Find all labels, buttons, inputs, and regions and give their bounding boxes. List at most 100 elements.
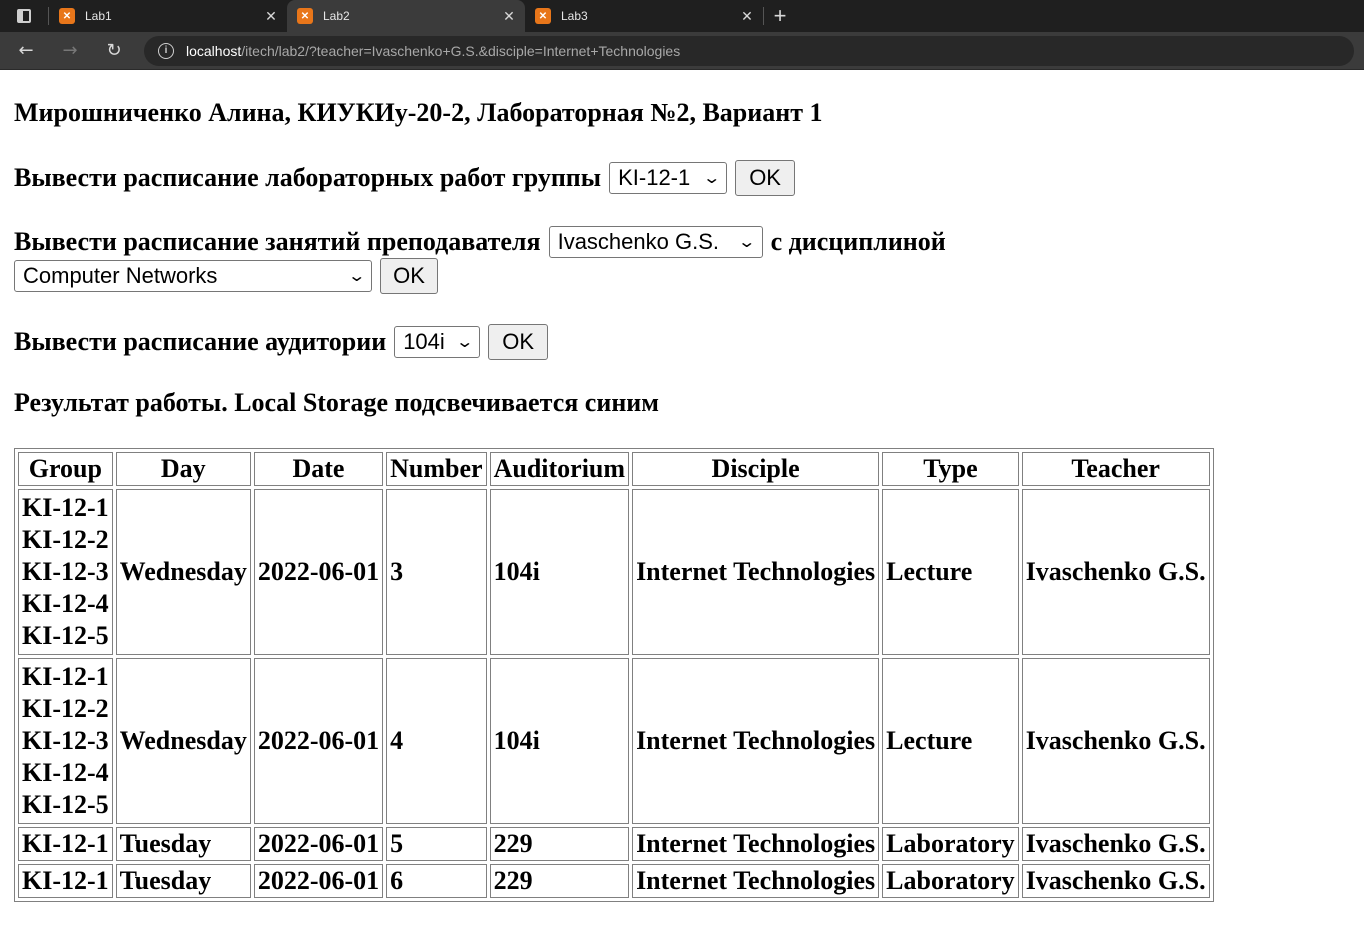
schedule-table: Group Day Date Number Auditorium Discipl… [14, 448, 1214, 902]
group-name: KI-12-3 [22, 557, 109, 586]
tab-lab3[interactable]: ✕ Lab3 ✕ [525, 0, 763, 32]
group-form: Вывести расписание лабораторных работ гр… [14, 160, 796, 196]
close-tab-icon[interactable]: ✕ [499, 6, 519, 26]
forward-arrow-icon[interactable]: → [52, 36, 88, 66]
page-title: Мирошниченко Алина, КИУКИу-20-2, Лаборат… [14, 98, 823, 127]
chevron-down-icon: ⌄ [737, 234, 757, 251]
disciple-label: с дисциплиной [770, 227, 946, 256]
chevron-down-icon: ⌄ [702, 170, 721, 187]
type-cell: Lecture [882, 658, 1019, 824]
group-name: KI-12-4 [22, 589, 109, 618]
teacher-form: Вывести расписание занятий преподавателя… [14, 226, 946, 258]
group-ok-button[interactable]: OK [735, 160, 796, 196]
group-form-label: Вывести расписание лабораторных работ гр… [14, 163, 602, 192]
xampp-favicon-icon: ✕ [59, 8, 75, 24]
group-select[interactable]: KI-12-1 ⌄ [609, 162, 728, 194]
number-cell: 5 [386, 827, 487, 861]
close-tab-icon[interactable]: ✕ [737, 6, 757, 26]
table-row: KI-12-1 Tuesday 2022-06-01 6 229 Interne… [18, 864, 1210, 898]
date-cell: 2022-06-01 [253, 827, 384, 861]
day-cell: Tuesday [115, 827, 251, 861]
group-cell: KI-12-1 KI-12-2 KI-12-3 KI-12-4 KI-12-5 [18, 658, 113, 824]
xampp-favicon-icon: ✕ [297, 8, 313, 24]
day-cell: Wednesday [115, 658, 251, 824]
auditorium-select-value: 104i [403, 329, 445, 354]
tab-lab2[interactable]: ✕ Lab2 ✕ [287, 0, 525, 32]
group-name: KI-12-1 [22, 493, 109, 522]
table-row: KI-12-1 Tuesday 2022-06-01 5 229 Interne… [18, 827, 1210, 861]
column-header: Auditorium [489, 452, 630, 486]
type-cell: Laboratory [882, 827, 1019, 861]
date-cell: 2022-06-01 [253, 864, 384, 898]
auditorium-cell: 229 [489, 827, 630, 861]
teacher-cell: Ivaschenko G.S. [1021, 864, 1210, 898]
teacher-cell: Ivaschenko G.S. [1021, 489, 1210, 655]
teacher-ok-button[interactable]: OK [380, 258, 438, 294]
auditorium-form-label: Вывести расписание аудитории [14, 327, 387, 356]
group-name: KI-12-2 [22, 525, 109, 554]
chevron-down-icon: ⌄ [455, 334, 474, 351]
group-name: KI-12-3 [22, 726, 109, 755]
disciple-cell: Internet Technologies [632, 658, 880, 824]
address-bar[interactable]: i localhost/itech/lab2/?teacher=Ivaschen… [144, 35, 1354, 66]
teacher-cell: Ivaschenko G.S. [1021, 827, 1210, 861]
tab-lab1[interactable]: ✕ Lab1 ✕ [49, 0, 287, 32]
table-row: KI-12-1 KI-12-2 KI-12-3 KI-12-4 KI-12-5 … [18, 489, 1210, 655]
group-cell: KI-12-1 [18, 864, 113, 898]
back-arrow-icon[interactable]: ← [8, 36, 44, 66]
tab-title: Lab2 [323, 9, 350, 23]
type-cell: Laboratory [882, 864, 1019, 898]
date-cell: 2022-06-01 [253, 658, 384, 824]
auditorium-cell: 229 [489, 864, 630, 898]
type-cell: Lecture [882, 489, 1019, 655]
new-tab-icon[interactable]: + [764, 0, 796, 32]
number-cell: 3 [386, 489, 487, 655]
tab-title: Lab3 [561, 9, 588, 23]
auditorium-ok-button[interactable]: OK [488, 324, 549, 360]
group-name: KI-12-4 [22, 758, 109, 787]
group-name: KI-12-1 [22, 662, 109, 691]
number-cell: 6 [386, 864, 487, 898]
group-select-value: KI-12-1 [618, 165, 691, 190]
disciple-cell: Internet Technologies [632, 864, 880, 898]
auditorium-select[interactable]: 104i ⌄ [394, 326, 481, 358]
day-cell: Wednesday [115, 489, 251, 655]
result-heading: Результат работы. Local Storage подсвечи… [14, 388, 659, 417]
url-host: localhost [186, 42, 242, 59]
disciple-cell: Internet Technologies [632, 489, 880, 655]
browser-tab-bar: ✕ Lab1 ✕ ✕ Lab2 ✕ ✕ Lab3 ✕ + [0, 0, 1364, 32]
teacher-form-second-line: Computer Networks ⌄ OK [14, 258, 438, 294]
teacher-select[interactable]: Ivaschenko G.S. ⌄ [548, 226, 763, 258]
site-info-icon[interactable]: i [158, 42, 174, 59]
column-header: Group [18, 452, 113, 486]
tab-search-icon [17, 9, 31, 23]
number-cell: 4 [386, 658, 487, 824]
column-header: Disciple [632, 452, 880, 486]
day-cell: Tuesday [115, 864, 251, 898]
xampp-favicon-icon: ✕ [535, 8, 551, 24]
teacher-cell: Ivaschenko G.S. [1021, 658, 1210, 824]
close-tab-icon[interactable]: ✕ [261, 6, 281, 26]
url-path: /itech/lab2/?teacher=Ivaschenko+G.S.&dis… [241, 42, 681, 59]
column-header: Day [115, 452, 251, 486]
table-row: KI-12-1 KI-12-2 KI-12-3 KI-12-4 KI-12-5 … [18, 658, 1210, 824]
disciple-select[interactable]: Computer Networks ⌄ [14, 260, 372, 292]
teacher-select-value: Ivaschenko G.S. [557, 229, 719, 254]
browser-toolbar: ← → ↻ i localhost/itech/lab2/?teacher=Iv… [0, 32, 1364, 70]
reload-icon[interactable]: ↻ [96, 36, 132, 66]
group-name: KI-12-5 [22, 621, 109, 650]
table-header-row: Group Day Date Number Auditorium Discipl… [18, 452, 1210, 486]
date-cell: 2022-06-01 [253, 489, 384, 655]
column-header: Type [882, 452, 1019, 486]
group-name: KI-12-2 [22, 694, 109, 723]
column-header: Number [386, 452, 487, 486]
disciple-cell: Internet Technologies [632, 827, 880, 861]
column-header: Teacher [1021, 452, 1210, 486]
auditorium-form: Вывести расписание аудитории 104i ⌄ OK [14, 324, 549, 360]
auditorium-cell: 104i [489, 489, 630, 655]
auditorium-cell: 104i [489, 658, 630, 824]
group-name: KI-12-5 [22, 790, 109, 819]
column-header: Date [253, 452, 384, 486]
tab-actions-button[interactable] [0, 0, 48, 32]
chevron-down-icon: ⌄ [346, 268, 366, 285]
